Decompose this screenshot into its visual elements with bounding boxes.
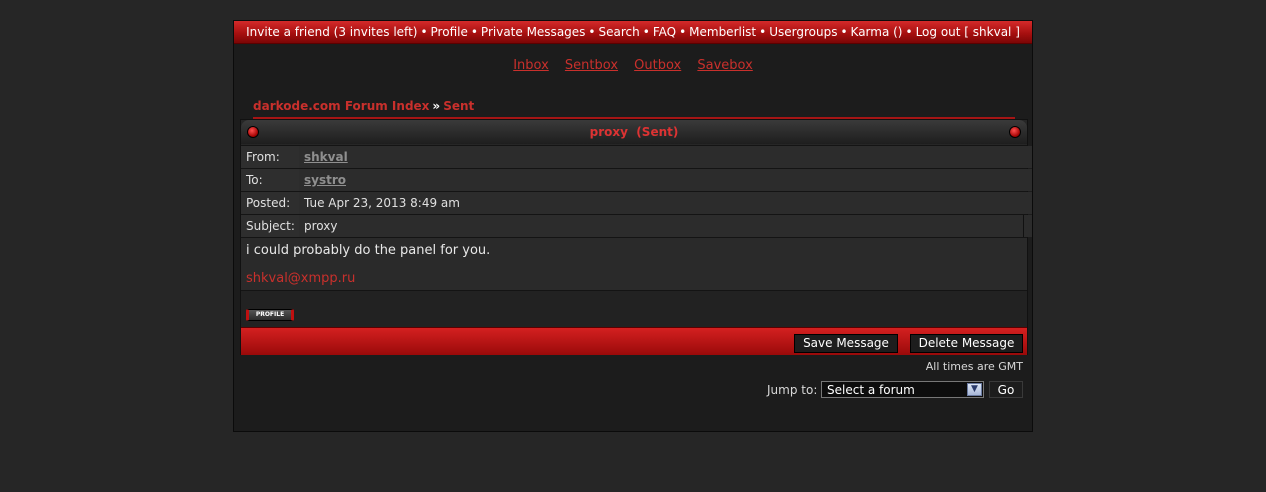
- subject-row: Subject: proxy: [241, 214, 1032, 237]
- from-row: From: shkval: [241, 145, 1032, 168]
- from-label: From:: [241, 146, 304, 168]
- message-signature: shkval@xmpp.ru: [246, 271, 356, 286]
- tab-savebox[interactable]: Savebox: [697, 58, 752, 73]
- jump-to-selected-value: Select a forum: [827, 383, 915, 397]
- nav-separator: •: [588, 25, 596, 39]
- nav-separator: •: [759, 25, 767, 39]
- nav-search-link[interactable]: Search: [599, 25, 640, 39]
- post-actions: PROFILE: [241, 290, 1027, 327]
- tab-inbox[interactable]: Inbox: [513, 58, 549, 73]
- subject-label: Subject:: [241, 215, 304, 237]
- nav-separator: •: [840, 25, 848, 39]
- posted-row: Posted: Tue Apr 23, 2013 8:49 am: [241, 191, 1032, 214]
- posted-value: Tue Apr 23, 2013 8:49 am: [299, 192, 1032, 214]
- nav-usergroups-link[interactable]: Usergroups: [769, 25, 837, 39]
- jump-to-label: Jump to:: [767, 383, 818, 397]
- nav-separator: •: [420, 25, 428, 39]
- message-button-bar: Save Message Delete Message: [241, 327, 1027, 355]
- right-bullet-icon: [1009, 126, 1021, 138]
- nav-separator: •: [642, 25, 650, 39]
- go-button[interactable]: Go: [989, 381, 1023, 398]
- nav-logout-link[interactable]: Log out [ shkval ]: [916, 25, 1020, 39]
- to-user-link[interactable]: systro: [304, 173, 346, 187]
- breadcrumb-index-link[interactable]: darkode.com Forum Index: [253, 99, 429, 113]
- message-body: i could probably do the panel for you. s…: [241, 237, 1027, 291]
- nav-memberlist-link[interactable]: Memberlist: [689, 25, 756, 39]
- delete-message-button[interactable]: Delete Message: [910, 334, 1023, 353]
- posted-label: Posted:: [241, 192, 304, 214]
- breadcrumb: darkode.com Forum Index» Sent: [253, 99, 474, 113]
- message-panel: proxy (Sent) From: shkval To: systro Pos…: [240, 119, 1032, 355]
- nav-profile-link[interactable]: Profile: [431, 25, 468, 39]
- forum-frame: Invite a friend (3 invites left) • Profile…: [233, 20, 1033, 432]
- nav-faq-link[interactable]: FAQ: [653, 25, 676, 39]
- breadcrumb-separator: »: [432, 99, 441, 113]
- nav-separator: •: [679, 25, 687, 39]
- nav-separator: •: [905, 25, 913, 39]
- pm-folder-tabs: Inbox Sentbox Outbox Savebox: [234, 58, 1032, 73]
- subject-text: proxy: [304, 219, 338, 233]
- subject-divider: [1023, 215, 1024, 237]
- nav-separator: •: [470, 25, 478, 39]
- chevron-down-icon[interactable]: ▼: [967, 383, 982, 396]
- profile-button[interactable]: PROFILE: [246, 309, 294, 321]
- jump-to-select[interactable]: Select a forum ▼: [821, 381, 984, 398]
- save-message-button[interactable]: Save Message: [794, 334, 898, 353]
- top-nav: Invite a friend (3 invites left) • Profile…: [234, 21, 1032, 44]
- nav-karma-link[interactable]: Karma (): [851, 25, 903, 39]
- nav-invite-link[interactable]: Invite a friend (3 invites left): [246, 25, 417, 39]
- left-bullet-icon: [247, 126, 259, 138]
- to-label: To:: [241, 169, 304, 191]
- message-title-bar: proxy (Sent): [241, 120, 1027, 144]
- subject-value: proxy: [299, 215, 1032, 237]
- timezone-note: All times are GMT: [925, 360, 1023, 373]
- nav-private-messages-link[interactable]: Private Messages: [481, 25, 586, 39]
- to-value: systro: [299, 169, 1032, 191]
- tab-outbox[interactable]: Outbox: [634, 58, 681, 73]
- tab-sentbox[interactable]: Sentbox: [565, 58, 618, 73]
- from-user-link[interactable]: shkval: [304, 150, 348, 164]
- message-title: proxy (Sent): [589, 125, 679, 139]
- to-row: To: systro: [241, 168, 1032, 191]
- from-value: shkval: [299, 146, 1032, 168]
- message-text: i could probably do the panel for you.: [246, 243, 491, 258]
- breadcrumb-current-link[interactable]: Sent: [443, 99, 474, 113]
